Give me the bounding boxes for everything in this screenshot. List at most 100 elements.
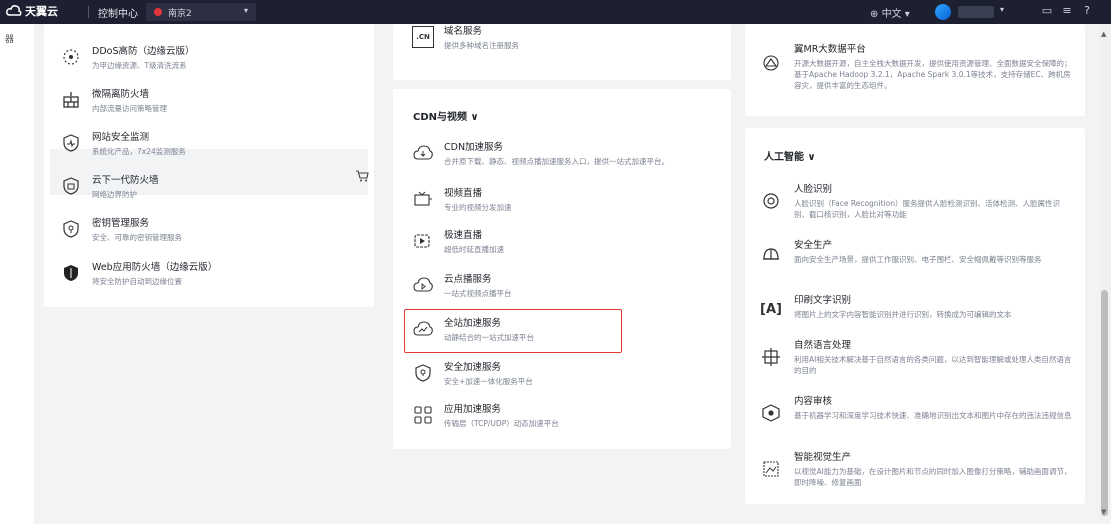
service-desc: 安全、可靠的密钥管理服务 (92, 233, 182, 242)
message-icon[interactable]: ▭ (1040, 4, 1054, 18)
service-desc: 超低时延直播加速 (444, 245, 504, 254)
vision-production-icon (760, 458, 782, 480)
service-title: CDN加速服务 (444, 142, 504, 153)
console-link[interactable]: 控制中心 (98, 5, 138, 20)
service-title: 云点播服务 (444, 274, 492, 285)
service-item-ddos[interactable]: DDoS高防（边缘云版） 为甲边缘资源、T级清洗流系 (60, 46, 194, 71)
service-item-live-video[interactable]: 视频直播 专业的视频分发加速 (412, 188, 512, 213)
help-icon[interactable]: ? (1080, 4, 1094, 18)
secure-accelerate-icon (412, 362, 434, 384)
service-title: 翼MR大数据平台 (794, 44, 866, 55)
firewall-icon (60, 89, 82, 111)
service-item-ocr[interactable]: [A] 印刷文字识别 将图片上的文字内容智能识别并进行识别，转换成为可编辑的文本 (760, 295, 1078, 320)
service-item-secure-accelerate[interactable]: 安全加速服务 安全+加速一体化服务平台 (412, 362, 533, 387)
cloud-vod-icon (412, 274, 434, 296)
service-desc: 内部流量访问策略管理 (92, 104, 167, 113)
service-title: 云下一代防火墙 (92, 175, 159, 186)
service-title: 应用加速服务 (444, 404, 502, 415)
brand-name: 天翼云 (25, 5, 58, 18)
ddos-shield-icon (60, 46, 82, 68)
service-item-bigdata[interactable]: 翼MR大数据平台 开源大数据开源，自主全栈大数据开发，提供使用资源管理、全面数据… (760, 44, 1078, 91)
service-desc: 面向安全生产场景，提供工作服识别、电子围栏、安全帽佩戴等识别等服务 (794, 255, 1042, 264)
service-item-vision-production[interactable]: 智能视觉生产 以视觉AI能力为基础，在设计图片和节点的同时加入图像打分策略，辅助… (760, 452, 1078, 488)
service-desc: 安全+加速一体化服务平台 (444, 377, 533, 386)
service-title: 视频直播 (444, 188, 483, 199)
brand-logo[interactable]: 天翼云 (6, 3, 58, 19)
chevron-down-icon[interactable]: ▾ (1000, 5, 1004, 14)
service-desc: 以视觉AI能力为基础，在设计图片和节点的同时加入图像打分策略，辅助画面调节，即时… (794, 467, 1072, 487)
service-desc: 专业的视频分发加速 (444, 203, 512, 212)
service-title: 智能视觉生产 (794, 452, 852, 463)
service-title: Web应用防火墙（边缘云版） (92, 262, 218, 273)
service-item-cloud-vod[interactable]: 云点播服务 一站式视频点播平台 (412, 274, 512, 299)
app-accelerate-icon (412, 404, 434, 426)
service-item-nextgen-firewall[interactable]: 云下一代防火墙 网络边界防护 (60, 175, 159, 200)
service-item-fast-live[interactable]: 极速直播 超低时延直播加速 (412, 230, 504, 255)
service-desc: 将图片上的文字内容智能识别并进行识别，转换成为可编辑的文本 (794, 310, 1012, 319)
service-title: 微隔离防火墙 (92, 89, 150, 100)
service-item-waf[interactable]: Web应用防火墙（边缘云版） 将安全防护自动到边缘位置 (60, 262, 217, 287)
face-recognition-icon (760, 190, 782, 212)
settings-sliders-icon[interactable]: ≡ (1060, 4, 1074, 18)
service-title: 极速直播 (444, 230, 483, 241)
service-title: 安全生产 (794, 240, 833, 251)
language-label: 中文 (881, 9, 902, 20)
nlp-icon (760, 346, 782, 368)
service-desc: 将安全防护自动到边缘位置 (92, 277, 182, 286)
service-item-app-accelerate[interactable]: 应用加速服务 传输层（TCP/UDP）动态加速平台 (412, 404, 559, 429)
service-desc: 开源大数据开源，自主全栈大数据开发，提供使用资源管理、全面数据安全保障的；基于A… (794, 59, 1072, 90)
service-item-key-management[interactable]: 密钥管理服务 安全、可靠的密钥管理服务 (60, 218, 182, 243)
service-item-domain[interactable]: .CN 域名服务 提供多种域名注册服务 (412, 26, 519, 51)
section-title-cdn[interactable]: CDN与视频 ∨ (413, 108, 479, 123)
service-desc: 提供多种域名注册服务 (444, 41, 519, 50)
service-title: 全站加速服务 (444, 318, 502, 329)
page-scrollbar[interactable]: ▲ ▼ (1099, 24, 1111, 520)
waf-shield-icon (60, 262, 82, 284)
domain-cn-icon: .CN (412, 26, 434, 48)
divider (88, 6, 89, 18)
live-video-icon (412, 188, 434, 210)
service-desc: 传输层（TCP/UDP）动态加速平台 (444, 419, 559, 428)
scroll-up-arrow-icon[interactable]: ▲ (1101, 30, 1106, 38)
service-desc: 网络边界防护 (92, 190, 137, 199)
fast-live-icon (412, 230, 434, 252)
service-item-full-site-accelerate[interactable]: 全站加速服务 动静结合的一站式加速平台 (412, 318, 534, 343)
service-desc: 系统化产品，7x24监测服务 (92, 147, 186, 156)
service-desc: 为甲边缘资源、T级清洗流系 (92, 61, 187, 70)
cloud-accelerate-icon (412, 318, 434, 340)
service-desc: 合并原下载、静态、视频点播加速服务入口，提供一站式加速平台。 (444, 157, 669, 166)
monitor-shield-icon (60, 132, 82, 154)
username-redacted[interactable] (958, 6, 994, 18)
service-title: 安全加速服务 (444, 362, 502, 373)
service-item-microsegment-firewall[interactable]: 微隔离防火墙 内部流量访问策略管理 (60, 89, 167, 114)
service-item-cdn[interactable]: CDN加速服务 合并原下载、静态、视频点播加速服务入口，提供一站式加速平台。 (412, 142, 669, 167)
section-title-ai[interactable]: 人工智能 ∨ (764, 148, 816, 163)
region-selector[interactable]: 南京2 ▾ (146, 3, 256, 21)
service-title: 域名服务 (444, 26, 483, 37)
region-name: 南京2 (168, 8, 192, 19)
top-navigation-bar: 天翼云 控制中心 南京2 ▾ ⊕ 中文 ▾ ▾ ▭ ≡ ? (0, 0, 1111, 24)
service-item-face-recognition[interactable]: 人脸识别 人脸识别（Face Recognition）服务提供人脸检测识别、活体… (760, 184, 1078, 220)
chevron-down-icon: ▾ (243, 6, 248, 15)
service-item-content-audit[interactable]: 内容审核 基于机器学习和深度学习技术快速、准确地识别出文本和图片中存在的违法违规… (760, 396, 1078, 424)
service-item-safety-production[interactable]: 安全生产 面向安全生产场景，提供工作服识别、电子围栏、安全帽佩戴等识别等服务 (760, 240, 1078, 266)
scroll-down-arrow-icon[interactable]: ▼ (1101, 508, 1106, 516)
scrollbar-thumb[interactable] (1101, 290, 1108, 516)
service-desc: 动静结合的一站式加速平台 (444, 333, 534, 342)
cart-icon[interactable] (355, 170, 369, 185)
language-selector[interactable]: ⊕ 中文 ▾ (870, 5, 910, 20)
service-title: 人脸识别 (794, 184, 833, 195)
region-status-dot (154, 8, 162, 16)
service-title: 网站安全监测 (92, 132, 150, 143)
nextgen-firewall-icon (60, 175, 82, 197)
helmet-icon (760, 244, 782, 266)
key-shield-icon (60, 218, 82, 240)
service-title: 印刷文字识别 (794, 295, 852, 306)
service-desc: 利用AI相关技术解决基于自然语言的各类问题，以达到智能理解或处理人类自然语言的目… (794, 355, 1072, 375)
service-item-website-monitor[interactable]: 网站安全监测 系统化产品，7x24监测服务 (60, 132, 186, 157)
service-title: DDoS高防（边缘云版） (92, 46, 195, 57)
service-title: 内容审核 (794, 396, 833, 407)
service-desc: 人脸识别（Face Recognition）服务提供人脸检测识别、活体检测、人脸… (794, 199, 1061, 219)
service-item-nlp[interactable]: 自然语言处理 利用AI相关技术解决基于自然语言的各类问题，以达到智能理解或处理人… (760, 340, 1078, 376)
avatar[interactable] (935, 4, 951, 20)
